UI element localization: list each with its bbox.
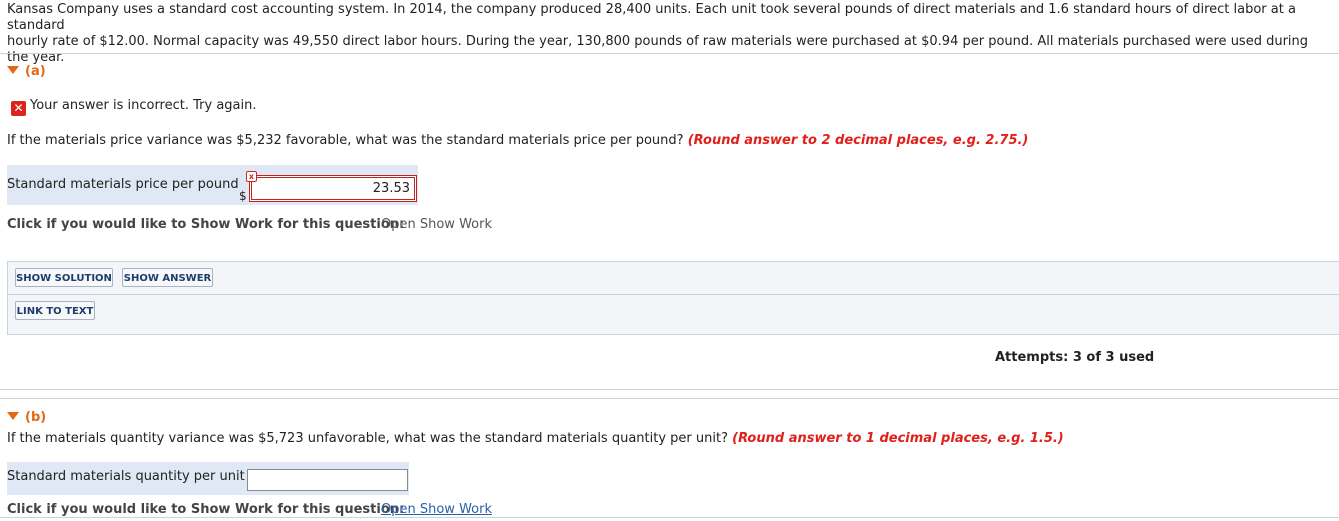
part-a-toggle[interactable]: (a) — [7, 64, 46, 79]
show-work-label: Click if you would like to Show Work for… — [7, 502, 405, 517]
rounding-note: (Round answer to 2 decimal places, e.g. … — [687, 133, 1029, 148]
feedback-message: ✕ Your answer is incorrect. Try again. — [11, 98, 257, 116]
question-text: If the materials quantity variance was $… — [7, 431, 728, 446]
error-x-icon: ✕ — [11, 101, 26, 116]
collapse-triangle-icon — [7, 66, 19, 74]
part-b-toggle[interactable]: (b) — [7, 410, 46, 425]
part-b-header: (b) — [25, 410, 47, 425]
problem-statement: Kansas Company uses a standard cost acco… — [7, 2, 1333, 66]
show-work-label: Click if you would like to Show Work for… — [7, 217, 405, 232]
part-a-question: If the materials price variance was $5,2… — [7, 133, 1028, 148]
show-solution-button[interactable]: SHOW SOLUTION — [15, 268, 113, 287]
input-error-icon: x — [246, 171, 257, 182]
open-show-work-link-a[interactable]: Open Show Work — [381, 217, 492, 232]
show-answer-button[interactable]: SHOW ANSWER — [122, 268, 213, 287]
part-b-question: If the materials quantity variance was $… — [7, 431, 1064, 446]
problem-line-2: hourly rate of $12.00. Normal capacity w… — [7, 34, 1309, 65]
part-a-header: (a) — [25, 64, 46, 79]
show-work-row-a: Click if you would like to Show Work for… — [7, 217, 404, 232]
divider — [0, 398, 1339, 399]
divider — [0, 53, 1339, 54]
field-label-a: Standard materials price per pound — [7, 177, 239, 192]
question-text: If the materials price variance was $5,2… — [7, 133, 684, 148]
currency-symbol: $ — [239, 189, 247, 203]
attempts-counter: Attempts: 3 of 3 used — [995, 350, 1155, 365]
standard-quantity-input[interactable] — [247, 469, 408, 491]
collapse-triangle-icon — [7, 412, 19, 420]
rounding-note: (Round answer to 1 decimal places, e.g. … — [732, 431, 1064, 446]
standard-price-input[interactable]: 23.53 — [249, 175, 417, 202]
open-show-work-link-b[interactable]: Open Show Work — [381, 502, 492, 517]
divider — [0, 517, 1339, 518]
problem-line-1: Kansas Company uses a standard cost acco… — [7, 2, 1296, 33]
show-work-row-b: Click if you would like to Show Work for… — [7, 502, 404, 517]
feedback-text: Your answer is incorrect. Try again. — [30, 98, 257, 113]
divider — [0, 389, 1339, 390]
field-label-b: Standard materials quantity per unit — [7, 469, 245, 484]
panel-divider — [8, 294, 1339, 295]
link-to-text-button[interactable]: LINK TO TEXT — [15, 301, 95, 320]
